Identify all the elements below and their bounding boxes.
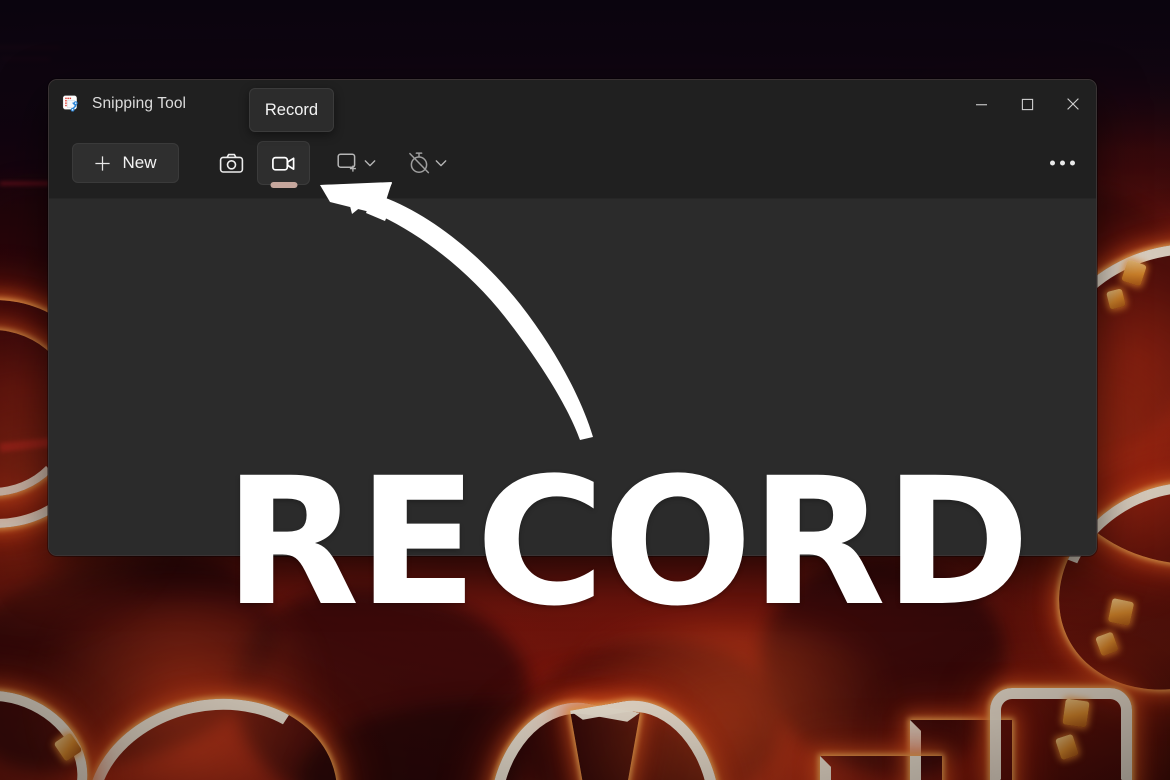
maximize-icon — [1021, 98, 1033, 110]
screenshot-root: Snipping Tool New Record RECORD — [0, 0, 1170, 780]
rectangle-new-icon — [337, 153, 356, 172]
chevron-down-icon — [435, 160, 447, 167]
plus-icon — [95, 155, 111, 171]
close-button[interactable] — [1050, 80, 1096, 128]
more-options-button[interactable] — [1050, 160, 1075, 166]
delay-timer-dropdown[interactable] — [403, 143, 452, 183]
new-button-label: New — [122, 153, 157, 172]
maximize-button[interactable] — [1004, 80, 1050, 128]
window-title-text: Snipping Tool — [92, 95, 187, 112]
record-tooltip: Record — [249, 88, 334, 132]
camera-icon — [219, 153, 244, 173]
snipping-tool-icon — [62, 95, 81, 114]
new-button[interactable]: New — [72, 143, 179, 183]
main-toolbar: New — [49, 128, 1096, 198]
close-icon — [1067, 98, 1079, 110]
record-mode-selected-indicator — [270, 182, 297, 188]
record-mode-button[interactable] — [257, 141, 310, 188]
window-controls — [958, 80, 1096, 128]
ellipsis-icon — [1050, 160, 1055, 166]
ellipsis-icon — [1060, 160, 1065, 166]
window-title-bar[interactable]: Snipping Tool — [49, 80, 1096, 128]
ellipsis-icon — [1070, 160, 1075, 166]
chevron-down-icon — [364, 160, 376, 167]
record-annotation-text: RECORD — [224, 440, 1030, 645]
timer-off-icon — [409, 152, 430, 174]
capture-mode-group — [206, 141, 310, 188]
video-camera-icon — [272, 156, 295, 171]
snip-shape-dropdown[interactable] — [332, 143, 381, 183]
minimize-icon — [975, 103, 987, 105]
record-tooltip-label: Record — [264, 100, 319, 119]
minimize-button[interactable] — [958, 80, 1004, 128]
snapshot-mode-button[interactable] — [206, 142, 257, 184]
